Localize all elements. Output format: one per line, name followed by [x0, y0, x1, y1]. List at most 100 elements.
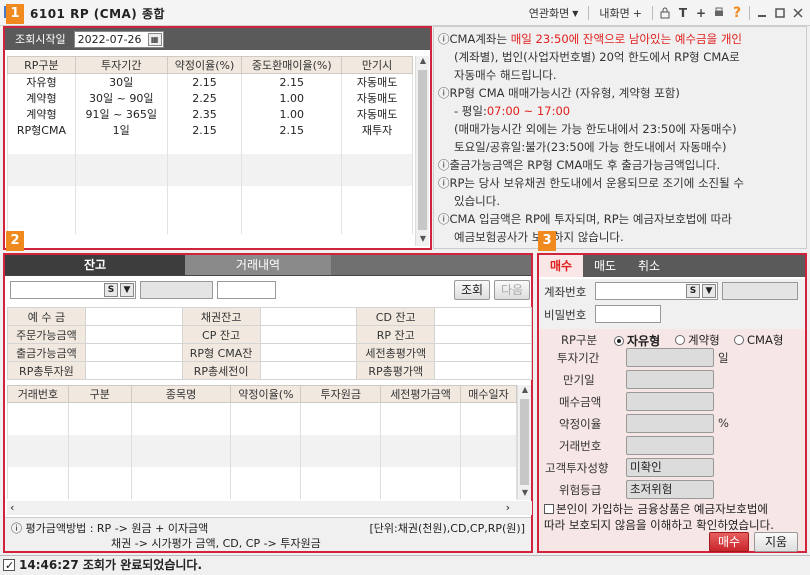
table-cell: 자동매도 [341, 106, 413, 122]
rp-type-free[interactable]: 자유형 [614, 332, 660, 349]
rp-type-contract[interactable]: 계약형 [675, 332, 720, 348]
rate-unit: % [718, 416, 729, 430]
tab-transactions[interactable]: 거래내역 [185, 255, 331, 275]
table-row[interactable]: 계약형 91일 ~ 365일 2.35 1.00 자동매도 [7, 106, 413, 122]
summary-label: CD 잔고 [356, 307, 436, 326]
rp-type-cma[interactable]: CMA형 [734, 332, 783, 348]
tab-balance[interactable]: 잔고 [5, 255, 185, 275]
summary-label: 주문가능금액 [7, 325, 86, 344]
period-input[interactable] [626, 348, 714, 367]
print-icon[interactable] [711, 5, 727, 21]
info-line: 토요일/공휴일:불가(23:50에 가능 한도내에서 자동매수) [454, 140, 727, 154]
checkbox-icon[interactable] [544, 504, 554, 514]
title-bar: 6101 RP (CMA) 종합 연관화면 ▼ 내화면 + T + ? [0, 0, 810, 26]
status-bar: 14:46:27 조회가 완료되었습니다. [0, 555, 810, 575]
table-cell: 2.15 [166, 122, 243, 138]
account-select[interactable]: S ▼ [10, 281, 136, 299]
column-header: 세전평가금액 [380, 385, 461, 403]
chevron-down-icon[interactable]: ▼ [702, 284, 716, 298]
column-header: 투자기간 [74, 56, 168, 74]
order-password-field[interactable] [595, 305, 661, 323]
tab-cancel[interactable]: 취소 [627, 255, 671, 277]
trade-no-label: 거래번호 [559, 439, 602, 453]
info-line: ⓘCMA계좌는 매일 23:50에 잔액으로 남아있는 예수금을 개인 [438, 30, 802, 48]
holdings-header: 거래번호 구분 종목명 약정이율(% 투자원금 세전평가금액 매수일자 [7, 385, 518, 403]
column-header: 종목명 [130, 385, 232, 403]
table-row-empty [7, 482, 518, 499]
next-button[interactable]: 다음 [494, 280, 530, 300]
note-line: 채권 -> 시가평가 금액, CD, CP -> 투자원금 [111, 537, 321, 550]
add-icon[interactable]: + [693, 5, 709, 21]
related-screen-menu[interactable]: 연관화면 ▼ [523, 5, 585, 21]
period-label: 투자기간 [557, 351, 600, 365]
summary-value [84, 307, 183, 326]
clear-button[interactable]: 지움 [754, 532, 798, 552]
text-icon[interactable]: T [675, 5, 691, 21]
order-account-select[interactable]: S ▼ [595, 282, 718, 300]
scroll-thumb[interactable] [418, 70, 427, 230]
unit-note: [단위:채권(천원),CD,CP,RP(원)] [369, 522, 525, 535]
holdings-vscroll[interactable]: ▲ ▼ [517, 385, 531, 500]
radio-icon [675, 335, 685, 345]
divider [588, 6, 590, 20]
summary-value [434, 307, 532, 326]
window-title: 6101 RP (CMA) 종합 [30, 7, 166, 21]
minimize-icon[interactable] [754, 5, 770, 21]
scroll-up-icon[interactable]: ▲ [518, 385, 532, 397]
start-date-input[interactable]: 2022-07-26 ▦ [73, 30, 164, 48]
my-screen-menu[interactable]: 내화면 + [593, 5, 648, 21]
maximize-icon[interactable] [772, 5, 788, 21]
risk-field: 초저위험 [626, 480, 714, 499]
info-text-highlight: 매일 23:50에 잔액으로 남아있는 예수금을 개인 [510, 32, 742, 46]
buy-button[interactable]: 매수 [709, 532, 749, 552]
scroll-down-icon[interactable]: ▼ [518, 488, 532, 500]
section-badge-1: 1 [6, 4, 24, 24]
query-button[interactable]: 조회 [454, 280, 490, 300]
holdings-hscroll[interactable]: ‹ › [7, 501, 532, 515]
info-line: ⓘRP는 당사 보유채권 한도내에서 운용되므로 조기에 소진될 수 [438, 176, 744, 190]
summary-value [434, 325, 532, 344]
divider [652, 6, 653, 20]
divider [749, 6, 750, 20]
risk-label: 위험등급 [559, 483, 602, 497]
section-badge-2: 2 [6, 231, 24, 251]
rate-table-scrollbar[interactable]: ▲ ▼ [415, 56, 429, 246]
profile-label: 고객투자성향 [545, 461, 609, 475]
tab-sell[interactable]: 매도 [583, 255, 627, 277]
chevron-left-icon[interactable]: ‹ [10, 501, 14, 514]
help-icon[interactable]: ? [729, 5, 745, 21]
chevron-right-icon[interactable]: › [506, 501, 510, 514]
amount-input[interactable] [626, 392, 714, 411]
table-cell: 자동매도 [341, 90, 413, 106]
s-button[interactable]: S [686, 284, 700, 298]
table-row[interactable]: 자유형 30일 2.15 2.15 자동매도 [7, 73, 413, 90]
lock-icon[interactable] [657, 5, 673, 21]
info-line: ⓘCMA 입금액은 RP에 투자되며, RP는 예금자보호법에 따라 [438, 212, 732, 226]
summary-value [84, 325, 183, 344]
scroll-up-icon[interactable]: ▲ [416, 56, 430, 68]
protection-confirm[interactable]: 본인이 가입하는 금융상품은 예금자보호법에 따라 보호되지 않음을 이해하고 … [544, 501, 774, 533]
table-row[interactable]: RP형CMA 1일 2.15 2.15 재투자 [7, 122, 413, 138]
rp-type-label: RP구분 [561, 333, 598, 347]
table-row-empty [7, 202, 413, 218]
table-row[interactable]: 계약형 30일 ~ 90일 2.25 1.00 자동매도 [7, 90, 413, 106]
rp-type-free-label: 자유형 [627, 334, 661, 348]
scroll-down-icon[interactable]: ▼ [416, 234, 430, 246]
column-header: 투자원금 [300, 385, 382, 403]
rp-rate-panel: 조회시작일 2022-07-26 ▦ RP구분 투자기간 약정이율(%) 중도환… [3, 26, 432, 250]
table-cell: 2.15 [241, 73, 343, 90]
table-cell: 2.15 [241, 122, 343, 138]
chevron-down-icon[interactable]: ▼ [120, 283, 134, 297]
password-field[interactable] [217, 281, 276, 299]
amount-label: 매수금액 [559, 395, 602, 409]
s-button[interactable]: S [104, 283, 118, 297]
scroll-thumb[interactable] [520, 399, 529, 485]
calendar-icon[interactable]: ▦ [147, 32, 162, 46]
column-header: 약정이율(% [230, 385, 302, 403]
my-screen-label: 내화면 [599, 7, 630, 20]
tab-buy[interactable]: 매수 [539, 255, 583, 277]
table-cell: 1.00 [241, 106, 343, 122]
summary-row: RP총투자원 RP총세전이 RP총평가액 [7, 361, 532, 380]
summary-row: 주문가능금액 CP 잔고 RP 잔고 [7, 325, 532, 344]
close-icon[interactable] [790, 5, 806, 21]
